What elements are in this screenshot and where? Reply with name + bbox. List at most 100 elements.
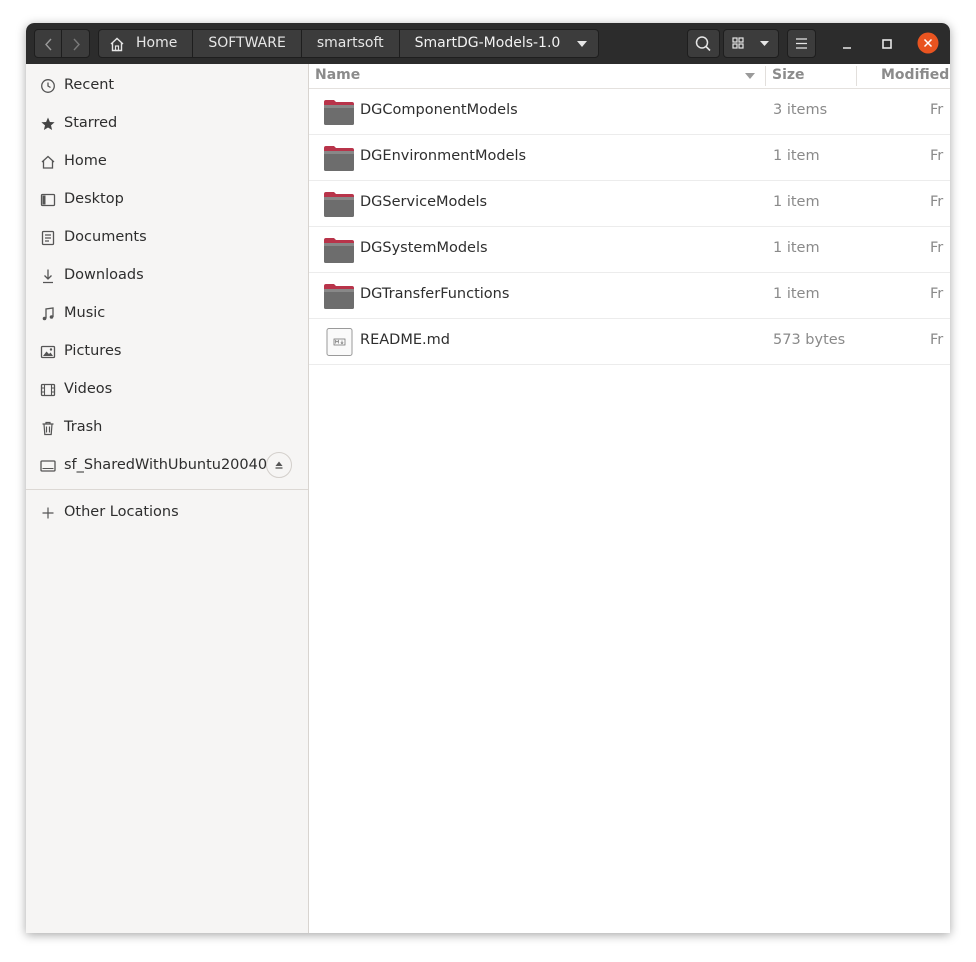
search-icon [695,36,711,52]
sidebar-item-recent[interactable]: Recent [26,67,308,105]
folder-icon [324,284,354,309]
file-size: 1 item [773,148,820,164]
crumb-label: SmartDG-Models-1.0 [414,35,561,51]
file-modified: Fr [930,240,944,256]
sidebar-item-home[interactable]: Home [26,143,308,181]
sidebar-item-label: Music [64,305,106,321]
file-modified: Fr [930,286,944,302]
plus-icon [42,507,54,519]
table-row[interactable]: DGComponentModels 3 items Fr [309,89,950,135]
file-list-view: Name Size Modified DGComponentModels 3 i… [309,64,950,933]
table-row[interactable]: DGEnvironmentModels 1 item Fr [309,135,950,181]
crumb-home[interactable]: Home [98,29,194,58]
sidebar-item-label: Desktop [64,191,124,207]
navigation-buttons [34,29,90,58]
header-bar: Home SOFTWARE smartsoft SmartDG-Models-1… [26,23,950,64]
forward-button[interactable] [61,29,90,58]
table-row[interactable]: DGSystemModels 1 item Fr [309,227,950,273]
places-sidebar: Recent Starred Home Desktop Documents Do… [26,64,309,933]
file-size: 3 items [773,102,828,118]
sidebar-item-label: Starred [64,115,118,131]
eject-button[interactable] [266,452,292,478]
desktop-icon [40,193,56,207]
sidebar-item-downloads[interactable]: Downloads [26,257,308,295]
sidebar-item-music[interactable]: Music [26,295,308,333]
file-manager-window: Home SOFTWARE smartsoft SmartDG-Models-1… [26,23,950,933]
chevron-left-icon [45,38,52,51]
crumb-label: smartsoft [316,35,384,51]
column-header-modified[interactable]: Modified [881,67,949,83]
file-modified: Fr [930,102,944,118]
sidebar-item-desktop[interactable]: Desktop [26,181,308,219]
folder-icon [324,100,354,125]
grid-view-icon [732,37,744,49]
crumb-label: Home [136,35,178,51]
path-bar: Home SOFTWARE smartsoft SmartDG-Models-1… [98,29,600,58]
column-separator [856,66,857,86]
crumb-smartsoft[interactable]: smartsoft [300,29,400,58]
dropdown-arrow-icon [577,41,588,47]
column-header-name[interactable]: Name [315,67,360,83]
sidebar-divider [26,489,308,490]
sidebar-item-other-locations[interactable]: Other Locations [26,494,308,532]
column-header-bar: Name Size Modified [309,64,950,89]
file-modified: Fr [930,148,944,164]
chevron-down-icon [760,41,769,46]
maximize-icon[interactable] [877,34,897,54]
music-icon [42,307,54,321]
trash-icon [42,421,54,436]
eject-icon [275,461,283,469]
file-size: 1 item [773,240,820,256]
sidebar-item-videos[interactable]: Videos [26,371,308,409]
picture-icon [40,345,56,359]
sidebar-item-label: Trash [64,419,103,435]
sidebar-item-shared-drive[interactable]: sf_SharedWithUbuntu200401 [26,447,308,485]
crumb-label: SOFTWARE [208,35,286,51]
folder-icon [324,192,354,217]
home-icon [110,37,124,52]
folder-icon [324,146,354,171]
table-row[interactable]: DGServiceModels 1 item Fr [309,181,950,227]
search-button[interactable] [687,29,720,58]
file-name: DGEnvironmentModels [360,148,527,164]
sidebar-item-label: Home [64,153,107,169]
chevron-right-icon [73,38,80,51]
crumb-current-folder[interactable]: SmartDG-Models-1.0 [398,29,600,58]
sidebar-item-starred[interactable]: Starred [26,105,308,143]
sort-descending-icon [745,73,755,79]
table-row[interactable]: README.md 573 bytes Fr [309,319,950,365]
sidebar-item-label: sf_SharedWithUbuntu200401 [64,457,277,473]
clock-icon [41,79,55,93]
file-name: DGSystemModels [360,240,488,256]
file-modified: Fr [930,332,944,348]
file-size: 573 bytes [773,332,846,348]
sidebar-item-label: Downloads [64,267,144,283]
view-toggle-button[interactable] [723,29,779,58]
close-icon[interactable] [917,32,939,54]
sidebar-item-label: Videos [64,381,113,397]
file-name: README.md [360,332,450,348]
video-icon [40,383,56,397]
table-row[interactable]: DGTransferFunctions 1 item Fr [309,273,950,319]
back-button[interactable] [34,29,62,58]
column-header-size[interactable]: Size [772,67,805,83]
file-size: 1 item [773,286,820,302]
minimize-icon[interactable] [837,34,857,54]
crumb-software[interactable]: SOFTWARE [192,29,302,58]
drive-icon [40,460,56,472]
file-size: 1 item [773,194,820,210]
file-name: DGTransferFunctions [360,286,510,302]
folder-icon [324,238,354,263]
sidebar-item-documents[interactable]: Documents [26,219,308,257]
menu-button[interactable] [787,29,816,58]
column-separator [765,66,766,86]
hamburger-menu-icon [796,38,807,49]
sidebar-item-label: Recent [64,77,115,93]
sidebar-item-trash[interactable]: Trash [26,409,308,447]
file-name: DGServiceModels [360,194,488,210]
download-icon [43,269,53,284]
file-modified: Fr [930,194,944,210]
sidebar-item-pictures[interactable]: Pictures [26,333,308,371]
sidebar-item-label: Documents [64,229,147,245]
sidebar-item-label: Other Locations [64,504,179,520]
